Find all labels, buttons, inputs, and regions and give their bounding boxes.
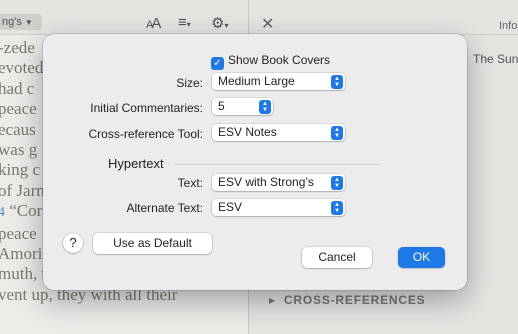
up-down-arrows-icon: ▲ ▼ <box>331 201 343 215</box>
initial-commentaries-value: 5 <box>218 99 225 113</box>
size-popup[interactable]: Medium Large ▲ ▼ <box>212 73 345 90</box>
size-value: Medium Large <box>218 74 295 88</box>
alternate-text-popup[interactable]: ESV ▲ ▼ <box>212 199 345 216</box>
show-book-covers-label: Show Book Covers <box>228 53 331 67</box>
initial-commentaries-label: Initial Commentaries: <box>90 101 203 115</box>
text-label: Text: <box>177 176 203 190</box>
initial-commentaries-popup[interactable]: 5 ▲ ▼ <box>212 98 273 115</box>
ok-button[interactable]: OK <box>398 247 445 268</box>
up-down-arrows-icon: ▲ ▼ <box>331 176 343 190</box>
cross-reference-tool-label: Cross-reference Tool: <box>88 127 204 141</box>
cross-reference-tool-value: ESV Notes <box>218 125 277 139</box>
hypertext-section-title: Hypertext <box>108 156 164 171</box>
use-as-default-button[interactable]: Use as Default <box>93 233 212 254</box>
up-down-arrows-icon: ▲ ▼ <box>331 75 343 89</box>
cancel-button[interactable]: Cancel <box>302 247 372 268</box>
up-down-arrows-icon: ▲ ▼ <box>331 126 343 140</box>
alternate-text-label: Alternate Text: <box>126 201 204 215</box>
text-value: ESV with Strong’s <box>218 175 314 189</box>
up-down-arrows-icon: ▲ ▼ <box>259 100 271 114</box>
preferences-dialog: ✓ Show Book Covers Size: Medium Large ▲ ▼ … <box>43 34 467 290</box>
show-book-covers-checkbox[interactable]: ✓ <box>211 57 224 70</box>
text-popup[interactable]: ESV with Strong’s ▲ ▼ <box>212 174 345 191</box>
cross-reference-tool-popup[interactable]: ESV Notes ▲ ▼ <box>212 124 345 141</box>
size-label: Size: <box>176 76 203 90</box>
section-divider <box>175 164 380 165</box>
alternate-text-value: ESV <box>218 200 243 214</box>
show-book-covers-row[interactable]: ✓ Show Book Covers <box>211 53 331 70</box>
help-button[interactable]: ? <box>63 233 83 253</box>
